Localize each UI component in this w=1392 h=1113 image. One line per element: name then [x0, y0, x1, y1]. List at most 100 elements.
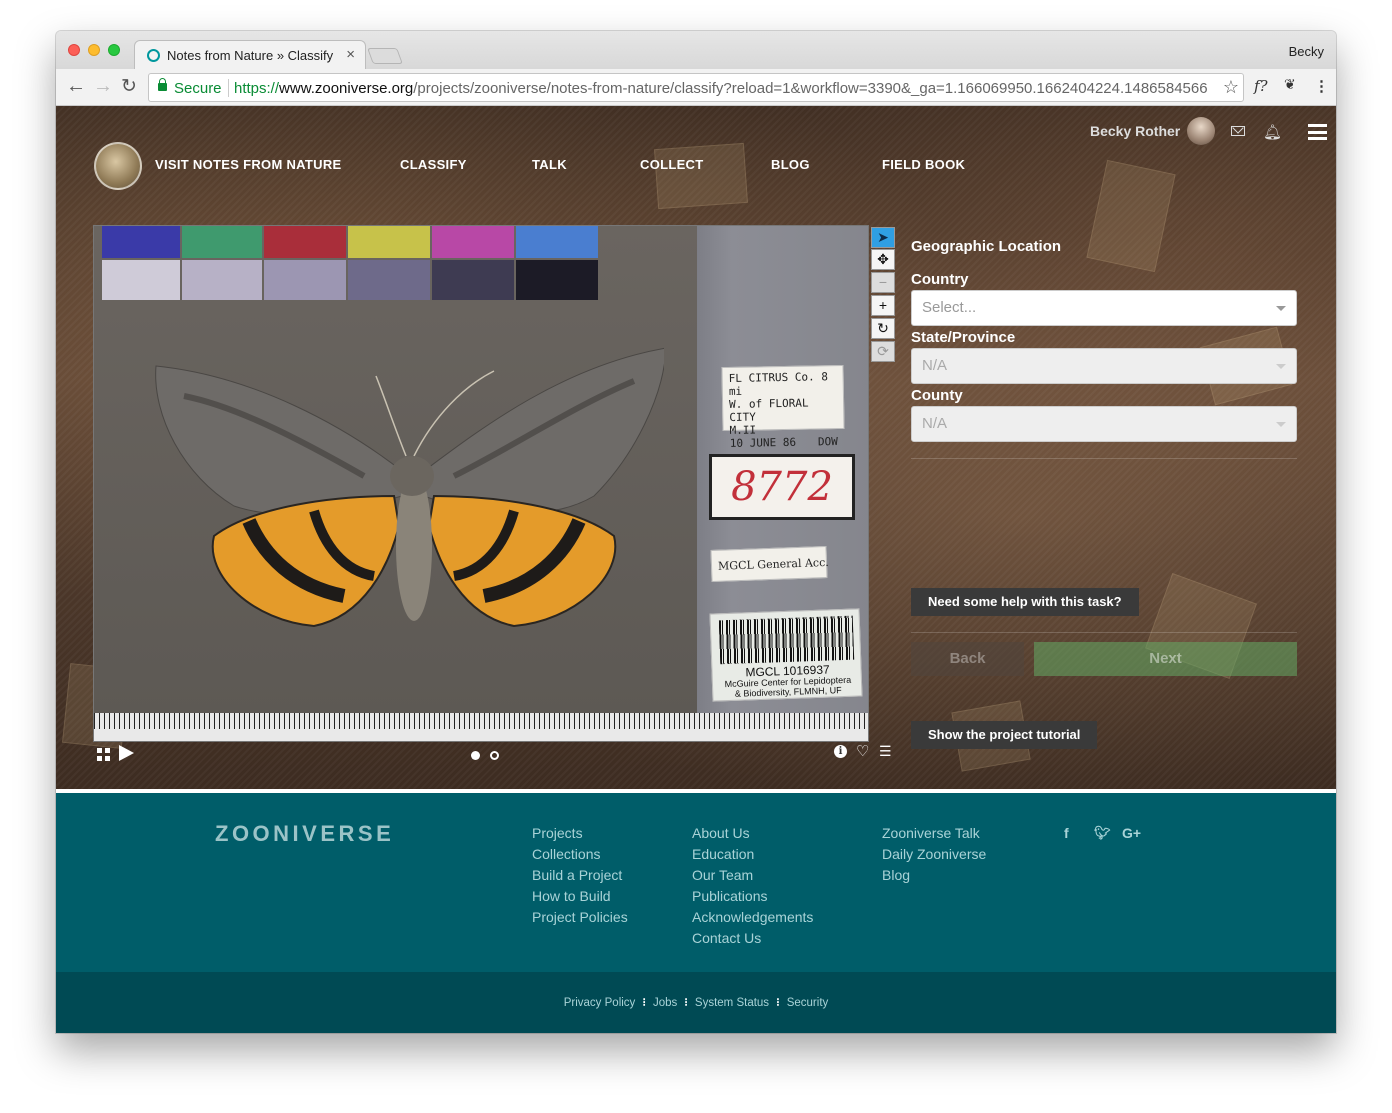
footer-link[interactable]: Publications	[692, 886, 813, 907]
jobs-link[interactable]: Jobs	[653, 997, 677, 1009]
color-swatch	[182, 226, 262, 258]
hamburger-menu-icon[interactable]	[1308, 124, 1327, 140]
evernote-extension-icon[interactable]: ❦	[1284, 77, 1296, 93]
pointer-icon[interactable]: ➤	[871, 227, 895, 248]
info-icon[interactable]: i	[834, 745, 847, 758]
browser-tab[interactable]: Notes from Nature » Classify ×	[134, 40, 366, 69]
move-icon[interactable]: ✥	[871, 249, 895, 270]
zoom-in-icon[interactable]: +	[871, 295, 895, 316]
subject-image[interactable]: FL CITRUS Co. 8 mi W. of FLORAL CITY M.I…	[93, 225, 869, 742]
specimen-board	[94, 226, 697, 716]
next-button[interactable]: Next	[1034, 642, 1297, 676]
project-avatar[interactable]	[94, 142, 142, 190]
footer-link[interactable]: Projects	[532, 823, 628, 844]
chevron-down-icon	[1276, 306, 1286, 311]
help-button[interactable]: Need some help with this task?	[911, 588, 1139, 616]
browser-window: Notes from Nature » Classify × Becky ← →…	[56, 31, 1336, 1033]
bell-icon[interactable]: 🔔︎	[1263, 123, 1282, 141]
footer-link[interactable]: Collections	[532, 844, 628, 865]
locality-line-1: FL CITRUS Co. 8 mi	[728, 370, 829, 398]
tab-close-icon[interactable]: ×	[346, 46, 355, 63]
nav-visit-project[interactable]: VISIT NOTES FROM NATURE	[155, 157, 342, 172]
zooniverse-favicon-icon	[147, 49, 160, 62]
nav-classify[interactable]: CLASSIFY	[400, 157, 467, 172]
new-tab-button[interactable]	[367, 48, 403, 64]
twitter-icon[interactable]: 🐦︎	[1094, 825, 1111, 841]
nav-collect[interactable]: COLLECT	[640, 157, 703, 172]
country-select[interactable]: Select...	[911, 290, 1297, 326]
zooniverse-logo[interactable]: ZOONIVERSE	[215, 821, 394, 847]
url-host: www.zooniverse.org	[279, 80, 414, 97]
rotate-icon[interactable]: ↻	[871, 318, 895, 339]
county-select[interactable]: N/A	[911, 406, 1297, 442]
color-swatch	[432, 226, 514, 258]
footer-link[interactable]: Daily Zooniverse	[882, 844, 986, 865]
frame-dot[interactable]	[490, 751, 499, 760]
back-button[interactable]: Back	[911, 642, 1024, 676]
mail-icon[interactable]	[1231, 126, 1245, 136]
footer-link[interactable]: Build a Project	[532, 865, 628, 886]
system-status-link[interactable]: System Status	[695, 997, 769, 1009]
nav-talk[interactable]: TALK	[532, 157, 567, 172]
footer-link[interactable]: Project Policies	[532, 907, 628, 928]
back-arrow-icon[interactable]: ←	[66, 75, 86, 98]
url-scheme: https://	[234, 80, 280, 97]
footer-link[interactable]: Contact Us	[692, 928, 813, 949]
footer-link[interactable]: Education	[692, 844, 813, 865]
footer-column-projects: Projects Collections Build a Project How…	[532, 823, 628, 928]
google-plus-icon[interactable]: G+	[1122, 825, 1141, 841]
task-title: Geographic Location	[911, 238, 1062, 255]
color-swatch	[432, 260, 514, 300]
separator: ⁝	[642, 997, 646, 1009]
footer-link[interactable]: About Us	[692, 823, 813, 844]
user-avatar[interactable]	[1187, 117, 1215, 145]
ruler	[94, 713, 868, 741]
minimize-window-button[interactable]	[88, 44, 100, 56]
country-label: Country	[911, 271, 969, 288]
close-window-button[interactable]	[68, 44, 80, 56]
color-swatch	[264, 260, 346, 300]
formula-extension-icon[interactable]: f?	[1254, 77, 1268, 95]
bookmark-star-icon[interactable]: ☆	[1223, 77, 1239, 98]
collect-list-icon[interactable]: ☰	[879, 743, 892, 760]
footer-column-talk: Zooniverse Talk Daily Zooniverse Blog	[882, 823, 986, 886]
footer: ZOONIVERSE Projects Collections Build a …	[56, 789, 1336, 972]
footer-link[interactable]: Zooniverse Talk	[882, 823, 986, 844]
address-bar[interactable]: Secure https://www.zooniverse.org/projec…	[148, 73, 1244, 102]
security-link[interactable]: Security	[787, 997, 829, 1009]
page-content: VISIT NOTES FROM NATURE CLASSIFY TALK CO…	[56, 106, 1336, 1033]
county-label: County	[911, 387, 963, 404]
user-name[interactable]: Becky Rother	[1090, 123, 1180, 139]
footer-legal-links: Privacy Policy ⁝ Jobs ⁝ System Status ⁝ Securi…	[56, 995, 1336, 1009]
facebook-icon[interactable]: f	[1064, 825, 1069, 841]
reload-icon[interactable]: ↻	[121, 75, 137, 98]
footer-link[interactable]: Our Team	[692, 865, 813, 886]
profile-name[interactable]: Becky	[1289, 44, 1324, 59]
footer-link[interactable]: How to Build	[532, 886, 628, 907]
chrome-menu-icon[interactable]: ⋮	[1314, 77, 1329, 95]
image-tools: ➤ ✥ − + ↻ ⟳	[869, 225, 897, 742]
label-strip: FL CITRUS Co. 8 mi W. of FLORAL CITY M.I…	[697, 226, 868, 716]
nav-blog[interactable]: BLOG	[771, 157, 810, 172]
footer-link[interactable]: Blog	[882, 865, 986, 886]
play-icon[interactable]	[119, 745, 134, 761]
frame-dot-active[interactable]	[471, 751, 480, 760]
footer-link[interactable]: Acknowledgements	[692, 907, 813, 928]
grid-view-icon[interactable]	[97, 748, 110, 761]
forward-arrow-icon[interactable]: →	[93, 75, 113, 98]
favorite-heart-icon[interactable]: ♡	[856, 742, 869, 760]
color-swatch	[348, 226, 430, 258]
title-bar: Notes from Nature » Classify × Becky	[56, 31, 1336, 69]
zoom-out-icon[interactable]: −	[871, 272, 895, 293]
tutorial-button[interactable]: Show the project tutorial	[911, 721, 1098, 749]
color-swatch	[102, 260, 180, 300]
url-text[interactable]: https://www.zooniverse.org/projects/zoon…	[234, 80, 1208, 97]
privacy-policy-link[interactable]: Privacy Policy	[564, 997, 636, 1009]
maximize-window-button[interactable]	[108, 44, 120, 56]
reset-icon[interactable]: ⟳	[871, 341, 895, 362]
state-select[interactable]: N/A	[911, 348, 1297, 384]
nav-field-book[interactable]: FIELD BOOK	[882, 157, 965, 172]
project-nav: VISIT NOTES FROM NATURE CLASSIFY TALK CO…	[56, 106, 1336, 216]
chevron-down-icon	[1276, 422, 1286, 427]
ruler-ticks	[94, 713, 868, 729]
